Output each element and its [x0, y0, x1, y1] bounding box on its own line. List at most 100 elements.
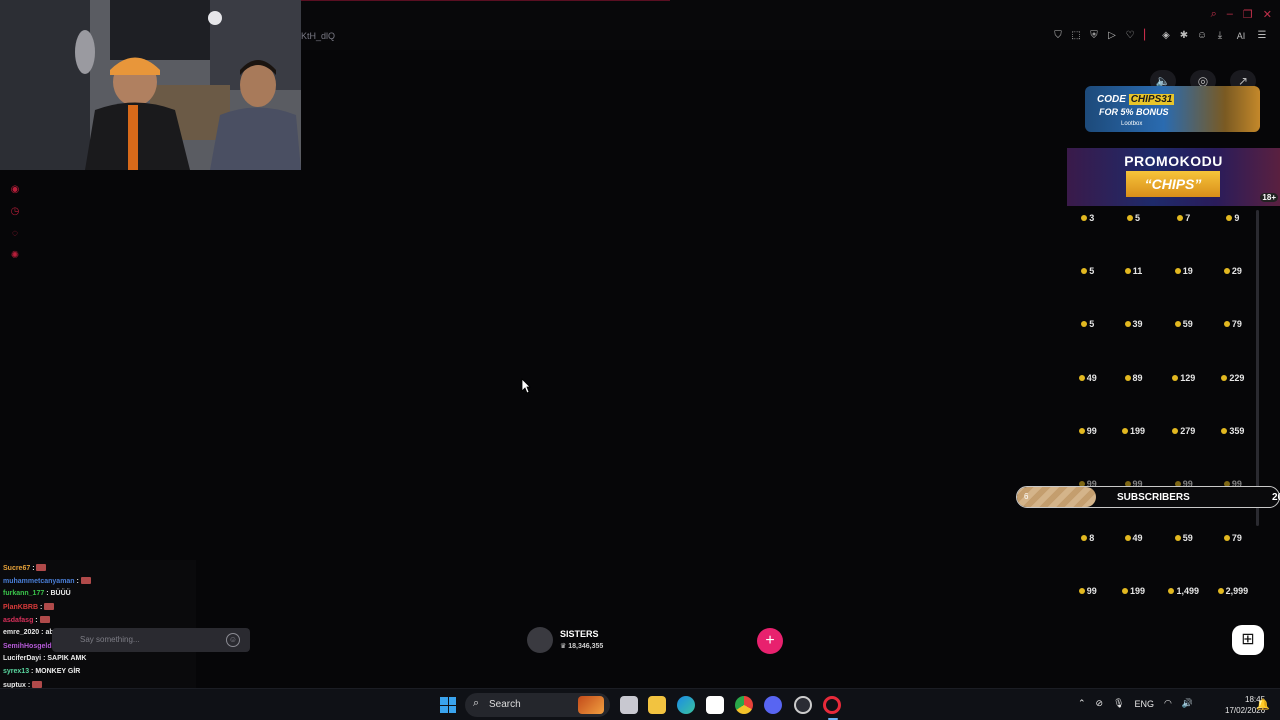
- price-cell[interactable]: 39: [1108, 319, 1158, 329]
- speaker-icon[interactable]: 🔊: [1182, 698, 1193, 709]
- network-off-icon[interactable]: ⊘: [1096, 698, 1104, 709]
- windows-start-icon[interactable]: [440, 697, 456, 713]
- close-icon[interactable]: ✕: [1263, 8, 1272, 21]
- price-cell[interactable]: 229: [1209, 373, 1257, 383]
- discord-icon[interactable]: [764, 696, 782, 714]
- coin-icon: [1172, 375, 1179, 381]
- price-cell[interactable]: 99: [1067, 586, 1108, 596]
- price-cell[interactable]: 89: [1108, 373, 1158, 383]
- subscribers-goal: 20: [1272, 492, 1280, 503]
- chat-icon[interactable]: ◌: [8, 228, 22, 240]
- price-cell[interactable]: 5: [1067, 319, 1108, 329]
- price-cell[interactable]: 1,499: [1159, 586, 1209, 596]
- chat-username[interactable]: Sucre67: [3, 565, 30, 572]
- price-row: 8 49 59 79: [1067, 533, 1257, 543]
- promo-banner-promokodu[interactable]: PROMOKODU “CHIPS” 18+: [1067, 148, 1280, 206]
- price-cell[interactable]: 49: [1108, 533, 1158, 543]
- chat-input-placeholder: Say something...: [80, 635, 140, 644]
- price-cell[interactable]: 3: [1067, 213, 1108, 223]
- price-cell[interactable]: 129: [1159, 373, 1209, 383]
- minimize-icon[interactable]: –: [1227, 8, 1233, 21]
- chat-username[interactable]: LuciferDayi: [3, 655, 41, 662]
- price-cell[interactable]: 11: [1108, 266, 1158, 276]
- chat-username[interactable]: PlanKBRB: [3, 604, 38, 611]
- price-cell[interactable]: 9: [1209, 213, 1257, 223]
- shield-icon[interactable]: ⛨: [1088, 30, 1100, 42]
- vpn-icon[interactable]: ▏: [1142, 30, 1154, 42]
- extension-icons: ⛉ ⬚ ⛨ ▷ ♡ ▏ ◈ ✱ ☺ ⤓ AI ☰: [1052, 30, 1268, 42]
- follow-plus-button[interactable]: +: [757, 628, 783, 654]
- opera-icon[interactable]: [823, 696, 841, 714]
- price-cell[interactable]: 59: [1159, 319, 1209, 329]
- price-cell[interactable]: 49: [1067, 373, 1108, 383]
- diamond-icon[interactable]: ◈: [1160, 30, 1172, 42]
- price-cell[interactable]: 5: [1108, 213, 1158, 223]
- streamer-card[interactable]: SISTERS ♛ 18,346,355: [527, 625, 787, 655]
- menu-icon[interactable]: ☰: [1256, 30, 1268, 42]
- download-icon[interactable]: ⤓: [1214, 30, 1226, 42]
- gift-button[interactable]: ⊞: [1232, 625, 1264, 655]
- price-cell[interactable]: 59: [1159, 533, 1209, 543]
- price-scrollbar[interactable]: [1256, 210, 1259, 526]
- plus-icon: +: [765, 632, 775, 649]
- chat-username[interactable]: asdafasg: [3, 617, 33, 624]
- ai-button[interactable]: AI: [1232, 30, 1250, 42]
- price-cell[interactable]: 199: [1108, 426, 1158, 436]
- edge-icon[interactable]: [677, 696, 695, 714]
- coin-icon: [1081, 535, 1088, 541]
- heart-icon[interactable]: ♡: [1124, 30, 1136, 42]
- steam-icon[interactable]: [794, 696, 812, 714]
- puzzle-icon[interactable]: ✱: [1178, 30, 1190, 42]
- search-icon[interactable]: ⌕: [1211, 8, 1217, 21]
- price-row: 99 199 1,499 2,999: [1067, 586, 1257, 596]
- price-cell[interactable]: 199: [1108, 586, 1158, 596]
- chat-input[interactable]: Say something... ☺: [52, 628, 250, 652]
- price-cell[interactable]: 8: [1067, 533, 1108, 543]
- restore-icon[interactable]: ❐: [1243, 8, 1253, 21]
- price-cell[interactable]: 99: [1067, 426, 1108, 436]
- price-cell[interactable]: 279: [1159, 426, 1209, 436]
- promo-banner-code[interactable]: CODE CHIPS31 FOR 5% BONUS Lootbox: [1085, 86, 1260, 132]
- emoji-icon[interactable]: ☺: [226, 633, 240, 647]
- coin-icon: [1223, 321, 1230, 327]
- avatar[interactable]: [527, 627, 553, 653]
- coin-icon: [1081, 215, 1088, 221]
- streamer-name: SISTERS: [560, 629, 599, 639]
- chat-username[interactable]: furkann_177: [3, 590, 44, 597]
- notification-icon[interactable]: 🔔: [1256, 698, 1270, 711]
- price-cell[interactable]: 359: [1209, 426, 1257, 436]
- screenshot-icon[interactable]: ⬚: [1070, 30, 1082, 42]
- microphone-icon[interactable]: 🎙: [1113, 698, 1124, 709]
- price-cell[interactable]: 29: [1209, 266, 1257, 276]
- chat-username[interactable]: muhammetcanyaman: [3, 578, 75, 585]
- task-view-icon[interactable]: [620, 696, 638, 714]
- price-cell[interactable]: 7: [1159, 213, 1209, 223]
- price-cell[interactable]: 5: [1067, 266, 1108, 276]
- store-icon[interactable]: [706, 696, 724, 714]
- history-icon[interactable]: ◷: [8, 206, 22, 218]
- language-indicator[interactable]: ENG: [1135, 699, 1155, 709]
- price-cell[interactable]: 79: [1209, 319, 1257, 329]
- price-cell[interactable]: 2,999: [1209, 586, 1257, 596]
- price-cell[interactable]: 19: [1159, 266, 1209, 276]
- chat-username[interactable]: emre_2020: [3, 629, 39, 636]
- chrome-icon[interactable]: [735, 696, 753, 714]
- chevron-up-icon[interactable]: ⌃: [1078, 698, 1086, 709]
- wifi-icon[interactable]: ◠: [1164, 698, 1172, 709]
- bookmark-icon[interactable]: ⛉: [1052, 30, 1064, 42]
- search-icon: ⌕: [473, 697, 480, 709]
- file-explorer-icon[interactable]: [648, 696, 666, 714]
- play-icon[interactable]: ◉: [8, 184, 22, 196]
- url-fragment[interactable]: KtH_dlQ: [301, 31, 335, 41]
- code-label: CODE: [1097, 94, 1126, 105]
- chat-username[interactable]: syrex13: [3, 668, 29, 675]
- taskbar-search[interactable]: ⌕ Search: [465, 693, 610, 717]
- play-icon[interactable]: ▷: [1106, 30, 1118, 42]
- price-cell[interactable]: 79: [1209, 533, 1257, 543]
- chat-message: asdafasg :: [3, 616, 50, 624]
- windows-taskbar: ⌕ Search ⌃ ⊘ 🎙 ENG ◠ 🔊 18:45 17/02/2026 …: [0, 688, 1280, 720]
- settings-icon[interactable]: ✺: [8, 250, 22, 262]
- profile-icon[interactable]: ☺: [1196, 30, 1208, 42]
- subscribers-label: SUBSCRIBERS: [1117, 492, 1190, 503]
- chat-username[interactable]: SemihHosgeldin: [3, 643, 58, 650]
